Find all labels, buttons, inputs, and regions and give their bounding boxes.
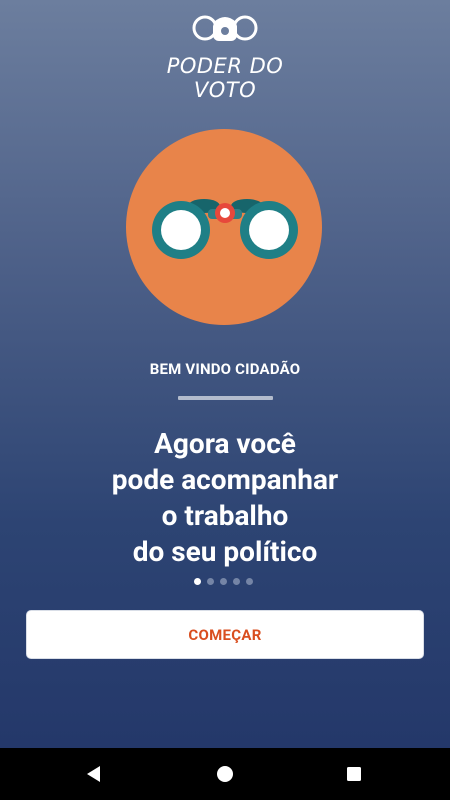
headline-line: do seu político (132, 535, 318, 568)
page-dot-active[interactable] (194, 578, 201, 585)
page-dot[interactable] (207, 578, 214, 585)
headline-line: o trabalho (161, 499, 289, 532)
system-navigation-bar (0, 748, 450, 800)
onboarding-headline: Agora você pode acompanhar o trabalho do… (40, 426, 410, 570)
app-logo-text: PODER DO VOTO (166, 54, 284, 102)
start-button[interactable]: COMEÇAR (26, 610, 424, 659)
headline-line: Agora você (154, 427, 296, 460)
app-logo: PODER DO VOTO (150, 8, 300, 102)
recent-apps-icon[interactable] (342, 762, 366, 786)
onboarding-screen: PODER DO VOTO BEM VINDO CIDADÃO Agora vo… (0, 0, 450, 748)
binoculars-illustration (126, 129, 322, 325)
page-dot[interactable] (220, 578, 227, 585)
page-dot[interactable] (233, 578, 240, 585)
home-icon[interactable] (213, 762, 237, 786)
page-indicator[interactable] (194, 578, 253, 588)
headline-line: pode acompanhar (111, 463, 339, 496)
back-icon[interactable] (82, 762, 106, 786)
welcome-title: BEM VINDO CIDADÃO (149, 360, 301, 378)
page-dot[interactable] (246, 578, 253, 585)
title-divider (178, 396, 273, 400)
